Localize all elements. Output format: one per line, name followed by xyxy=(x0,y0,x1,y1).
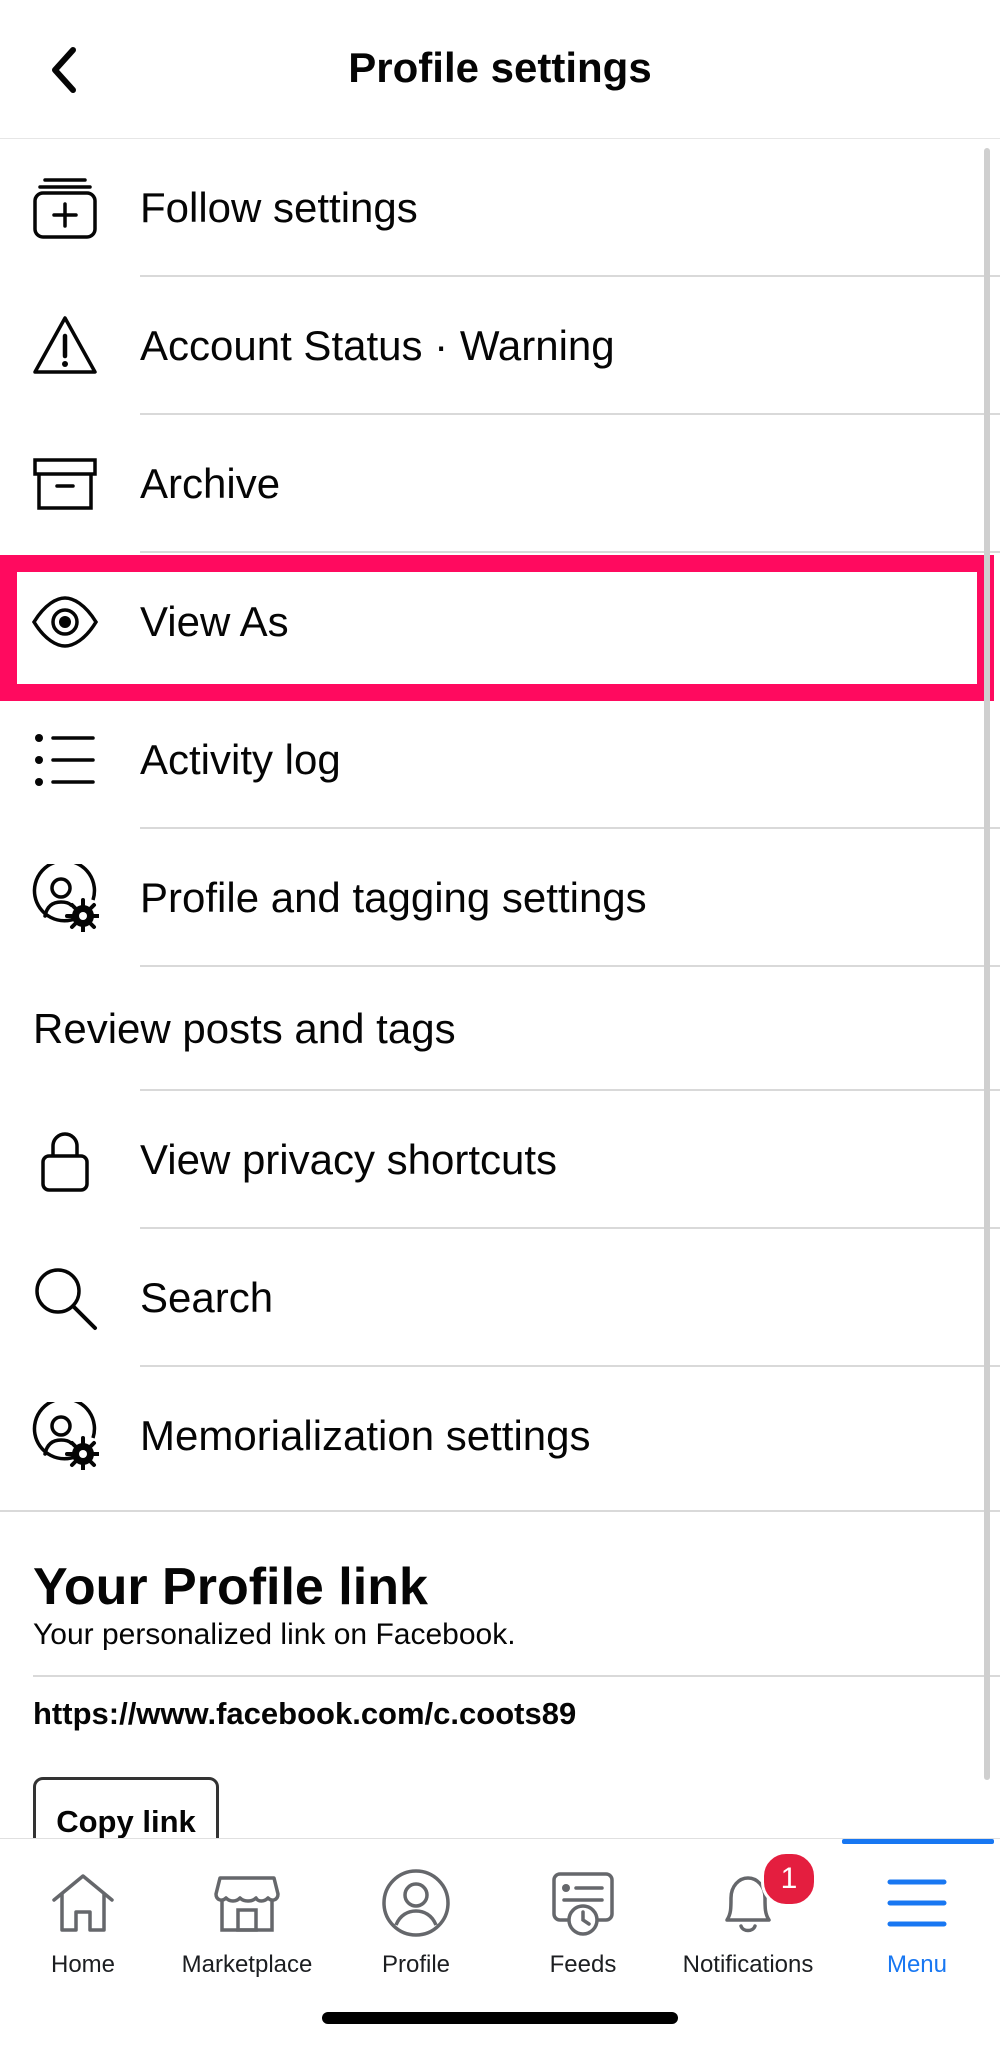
header: Profile settings xyxy=(0,0,1000,139)
settings-item-account-status[interactable]: Account Status · Warning xyxy=(0,277,1000,415)
settings-item-label: Profile and tagging settings xyxy=(140,874,647,921)
profile-icon xyxy=(376,1863,456,1943)
tab-menu[interactable]: Menu xyxy=(834,1839,1000,1989)
divider xyxy=(33,1675,1000,1677)
profile-gear-icon xyxy=(30,1401,100,1471)
settings-item-profile-tagging[interactable]: Profile and tagging settings xyxy=(0,829,1000,967)
settings-item-label: View As xyxy=(140,598,289,645)
tab-feeds[interactable]: Feeds xyxy=(500,1839,666,1989)
eye-icon xyxy=(30,587,100,657)
settings-item-memorialization[interactable]: Memorialization settings xyxy=(0,1367,1000,1505)
section-subtitle: Your personalized link on Facebook. xyxy=(33,1618,516,1651)
tab-notifications[interactable]: 1 Notifications xyxy=(665,1839,831,1989)
tab-label: Menu xyxy=(886,1951,948,1978)
tab-label: Profile xyxy=(381,1951,451,1978)
feeds-icon xyxy=(543,1863,623,1943)
settings-item-label: Review posts and tags xyxy=(33,1005,456,1052)
tab-home[interactable]: Home xyxy=(0,1839,166,1989)
lock-icon xyxy=(30,1125,100,1195)
settings-item-label: Account Status · Warning xyxy=(140,322,615,369)
settings-item-label: View privacy shortcuts xyxy=(140,1136,558,1183)
tab-label: Marketplace xyxy=(181,1951,313,1978)
search-icon xyxy=(30,1263,100,1333)
profile-url: https://www.facebook.com/c.coots89 xyxy=(33,1696,577,1731)
scrollbar[interactable] xyxy=(984,148,990,1780)
settings-item-archive[interactable]: Archive xyxy=(0,415,1000,553)
settings-item-view-as[interactable]: View As xyxy=(0,553,1000,691)
section-title: Your Profile link xyxy=(33,1558,428,1616)
settings-item-review-posts[interactable]: Review posts and tags xyxy=(0,967,1000,1091)
settings-item-label: Memorialization settings xyxy=(140,1412,591,1459)
home-indicator xyxy=(322,2012,678,2024)
tab-label: Feeds xyxy=(549,1951,617,1978)
tab-profile[interactable]: Profile xyxy=(333,1839,499,1989)
settings-item-activity-log[interactable]: Activity log xyxy=(0,691,1000,829)
profile-gear-icon xyxy=(30,863,100,933)
page-title: Profile settings xyxy=(348,44,652,91)
settings-item-label: Search xyxy=(140,1274,274,1321)
tab-label: Home xyxy=(50,1951,116,1978)
settings-item-privacy-shortcuts[interactable]: View privacy shortcuts xyxy=(0,1091,1000,1229)
settings-item-follow-settings[interactable]: Follow settings xyxy=(0,139,1000,277)
settings-item-search[interactable]: Search xyxy=(0,1229,1000,1367)
settings-item-label: Archive xyxy=(140,460,281,507)
notification-badge: 1 xyxy=(761,1851,817,1907)
archive-icon xyxy=(30,449,100,519)
section-divider xyxy=(0,1510,1000,1512)
tab-label: Notifications xyxy=(682,1951,814,1978)
settings-item-label: Follow settings xyxy=(140,184,418,231)
warning-icon xyxy=(30,311,100,381)
follow-settings-icon xyxy=(30,173,100,243)
marketplace-icon xyxy=(207,1863,287,1943)
tab-marketplace[interactable]: Marketplace xyxy=(164,1839,330,1989)
menu-icon xyxy=(877,1863,957,1943)
settings-item-label: Activity log xyxy=(140,736,341,783)
list-icon xyxy=(30,725,100,795)
home-icon xyxy=(43,1863,123,1943)
